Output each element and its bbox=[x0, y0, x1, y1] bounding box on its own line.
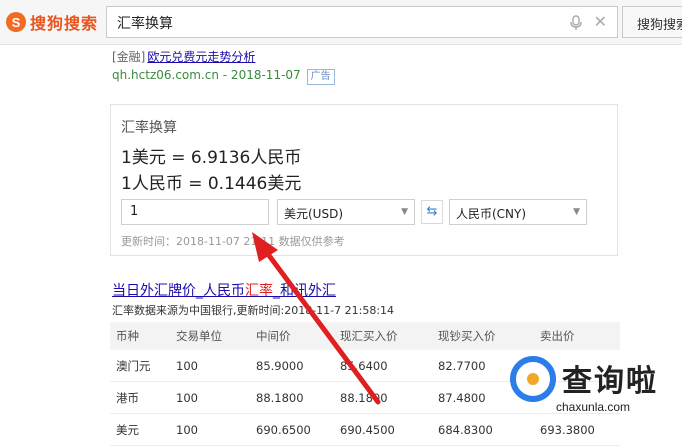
watermark-logo-icon bbox=[510, 356, 556, 402]
watermark: 查询啦 chaxunla.com bbox=[506, 352, 682, 438]
watermark-text: 查询啦 bbox=[562, 364, 658, 399]
watermark-url: chaxunla.com bbox=[556, 400, 631, 414]
